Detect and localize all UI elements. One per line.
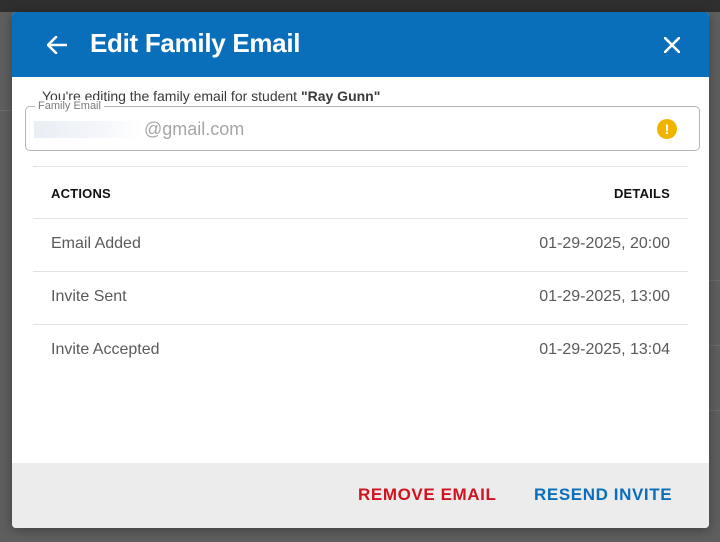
row-details: 01-29-2025, 13:04 (539, 341, 670, 358)
resend-invite-button[interactable]: RESEND INVITE (534, 485, 672, 505)
row-action: Invite Sent (51, 288, 127, 305)
edit-family-email-modal: Edit Family Email You're editing the fam… (12, 12, 709, 528)
table-row: Invite Accepted 01-29-2025, 13:04 (33, 325, 688, 378)
close-button[interactable] (657, 30, 687, 60)
background-divider (709, 345, 720, 346)
back-button[interactable] (42, 30, 72, 60)
table-row: Email Added 01-29-2025, 20:00 (33, 219, 688, 272)
remove-email-button[interactable]: REMOVE EMAIL (358, 485, 497, 505)
email-history-table: ACTIONS DETAILS Email Added 01-29-2025, … (33, 166, 688, 378)
header-details: DETAILS (613, 186, 670, 201)
arrow-left-icon (47, 36, 67, 54)
family-email-field[interactable]: Family Email @gmail.com ! (25, 100, 700, 151)
student-name: "Ray Gunn" (300, 88, 381, 104)
row-action: Invite Accepted (51, 341, 160, 358)
header-actions: ACTIONS (51, 186, 111, 201)
background-divider (0, 110, 12, 111)
email-value: @gmail.com (144, 119, 245, 139)
background-divider (709, 410, 720, 411)
modal-header: Edit Family Email (12, 12, 709, 77)
warning-icon: ! (657, 119, 677, 139)
background-divider (709, 280, 720, 281)
row-action: Email Added (51, 235, 141, 252)
row-details: 01-29-2025, 13:00 (539, 288, 670, 305)
close-icon (664, 37, 680, 53)
modal-footer: REMOVE EMAIL RESEND INVITE (12, 463, 709, 528)
family-email-legend: Family Email (35, 100, 104, 113)
row-details: 01-29-2025, 20:00 (539, 235, 670, 252)
email-masked-part (34, 121, 142, 138)
table-row: Invite Sent 01-29-2025, 13:00 (33, 272, 688, 325)
background-top-bar (0, 0, 720, 12)
table-header: ACTIONS DETAILS (33, 166, 688, 219)
modal-title: Edit Family Email (90, 28, 301, 58)
